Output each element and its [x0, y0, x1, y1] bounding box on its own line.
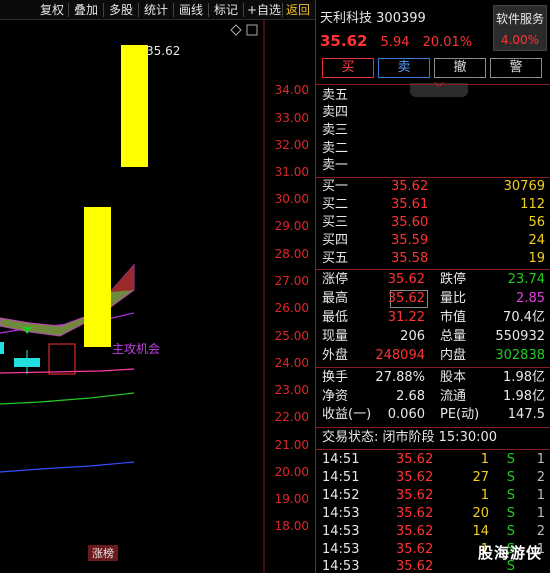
- statistics-button[interactable]: 统计: [144, 2, 168, 18]
- stock-code: 300399: [376, 11, 426, 26]
- stock-title: 天利科技 300399: [320, 7, 426, 26]
- back-button[interactable]: 返回: [286, 2, 310, 18]
- price-axis-label: 20.00: [274, 465, 309, 479]
- divider: [316, 449, 550, 450]
- price-axis-label: 23.00: [274, 383, 309, 397]
- buy-button[interactable]: 买: [322, 58, 374, 78]
- price-axis-label: 18.00: [274, 519, 309, 533]
- max-price-marker: 35.62: [146, 44, 181, 58]
- price-axis-label: 27.00: [274, 274, 309, 288]
- bid-row: 买四 35.59 24: [322, 233, 545, 248]
- tick-row: 14:53 35.62 20 S 1: [322, 506, 545, 521]
- signal-bar: [121, 45, 148, 167]
- price-axis-label: 34.00: [274, 83, 309, 97]
- toolbar-separator: [173, 3, 174, 17]
- ask-row: 卖二: [322, 141, 349, 156]
- toolbar-separator: [68, 3, 69, 17]
- price-axis-label: 30.00: [274, 192, 309, 206]
- divider: [316, 427, 550, 428]
- stock-name: 天利科技: [320, 11, 373, 26]
- price-change: 5.94: [380, 35, 410, 50]
- stat-row: 净资 2.68 流通 1.98亿: [322, 389, 545, 404]
- price-axis-label: 21.00: [274, 438, 309, 452]
- signal-bar: [84, 207, 111, 347]
- cloud-band: [0, 263, 135, 337]
- trade-status: 交易状态: 闭市阶段 15:30:00: [322, 430, 498, 445]
- sector-name: 软件服务: [495, 12, 544, 26]
- overlay-button[interactable]: 叠加: [74, 2, 98, 18]
- watermark: 股海游侠: [477, 544, 542, 562]
- alert-button[interactable]: 警: [490, 58, 542, 78]
- stat-row: 现量 206 总量 550932: [322, 329, 545, 344]
- price-summary: 35.62 5.94 20.01%: [320, 31, 472, 50]
- bid-row: 买一 35.62 30769: [322, 179, 545, 194]
- toolbar-separator: [138, 3, 139, 17]
- divider: [316, 84, 550, 85]
- mark-button[interactable]: 标记: [214, 2, 238, 18]
- tick-row: 14:53 35.62 14 S 2: [322, 524, 545, 539]
- sector-box[interactable]: 软件服务 4.00%: [493, 5, 547, 51]
- candle: [0, 342, 4, 354]
- kline-canvas: [0, 20, 265, 573]
- ma-line-blue: [0, 461, 135, 473]
- tick-row: 14:52 35.62 1 S 1: [322, 488, 545, 503]
- ask-row: 卖五: [322, 88, 349, 103]
- quote-panel: 天利科技 300399 35.62 5.94 20.01% 软件服务 4.00%…: [315, 0, 550, 573]
- ma-line-green: [0, 392, 135, 405]
- price-axis-label: 32.00: [274, 138, 309, 152]
- signal-annotation: 主攻机会: [112, 342, 161, 356]
- draw-line-button[interactable]: 画线: [179, 2, 203, 18]
- ask-row: 卖一: [322, 158, 349, 173]
- price-axis-label: 26.00: [274, 301, 309, 315]
- sector-change: 4.00%: [500, 33, 540, 47]
- restore-rights-button[interactable]: 复权: [40, 2, 64, 18]
- ma-line-pink: [0, 368, 135, 374]
- toolbar-separator: [208, 3, 209, 17]
- price-axis-label: 29.00: [274, 219, 309, 233]
- diamond-icon: [230, 24, 242, 36]
- price-change-pct: 20.01%: [422, 35, 473, 50]
- stat-row: 最低 31.22 市值 70.4亿: [322, 310, 545, 325]
- stat-row: 最高 35.62 量比 2.85: [322, 291, 545, 306]
- price-axis-label: 31.00: [274, 165, 309, 179]
- price-axis-label: 24.00: [274, 356, 309, 370]
- multi-stock-button[interactable]: 多股: [109, 2, 133, 18]
- toolbar-separator: [103, 3, 104, 17]
- square-icon: [246, 24, 258, 36]
- chart-toolbar: 复权 叠加 多股 统计 画线 标记 +自选 返回: [0, 0, 315, 20]
- bid-row: 买五 35.58 19: [322, 251, 545, 266]
- kline-chart[interactable]: 34.00 33.00 32.00 31.00 30.00 29.00 28.0…: [0, 20, 315, 573]
- price-axis-label: 33.00: [274, 111, 309, 125]
- divider: [316, 269, 550, 270]
- cancel-order-button[interactable]: 撤: [434, 58, 486, 78]
- candle: [48, 343, 76, 375]
- stat-row: 外盘 248094 内盘 302838: [322, 348, 545, 363]
- limit-up-tag[interactable]: 涨榜: [88, 545, 118, 561]
- stat-row: 收益(一) 0.060 PE(动) 147.5: [322, 407, 545, 422]
- toolbar-separator: [243, 3, 244, 17]
- price-axis-label: 28.00: [274, 247, 309, 261]
- price-axis-label: 25.00: [274, 329, 309, 343]
- price-axis-label: 19.00: [274, 492, 309, 506]
- bid-row: 买三 35.60 56: [322, 215, 545, 230]
- bid-row: 买二 35.61 112: [322, 197, 545, 212]
- ask-row: 卖四: [322, 105, 349, 120]
- divider: [316, 367, 550, 368]
- candle: [14, 358, 40, 367]
- last-price: 35.62: [320, 32, 368, 50]
- stat-row: 涨停 35.62 跌停 23.74: [322, 272, 545, 287]
- add-watchlist-button[interactable]: +自选: [247, 2, 281, 18]
- stat-row: 换手 27.88% 股本 1.98亿: [322, 370, 545, 385]
- toolbar-separator: [282, 3, 283, 17]
- sell-button[interactable]: 卖: [378, 58, 430, 78]
- tick-row: 14:51 35.62 1 S 1: [322, 452, 545, 467]
- ask-row: 卖三: [322, 123, 349, 138]
- price-axis-label: 22.00: [274, 410, 309, 424]
- tick-row: 14:51 35.62 27 S 2: [322, 470, 545, 485]
